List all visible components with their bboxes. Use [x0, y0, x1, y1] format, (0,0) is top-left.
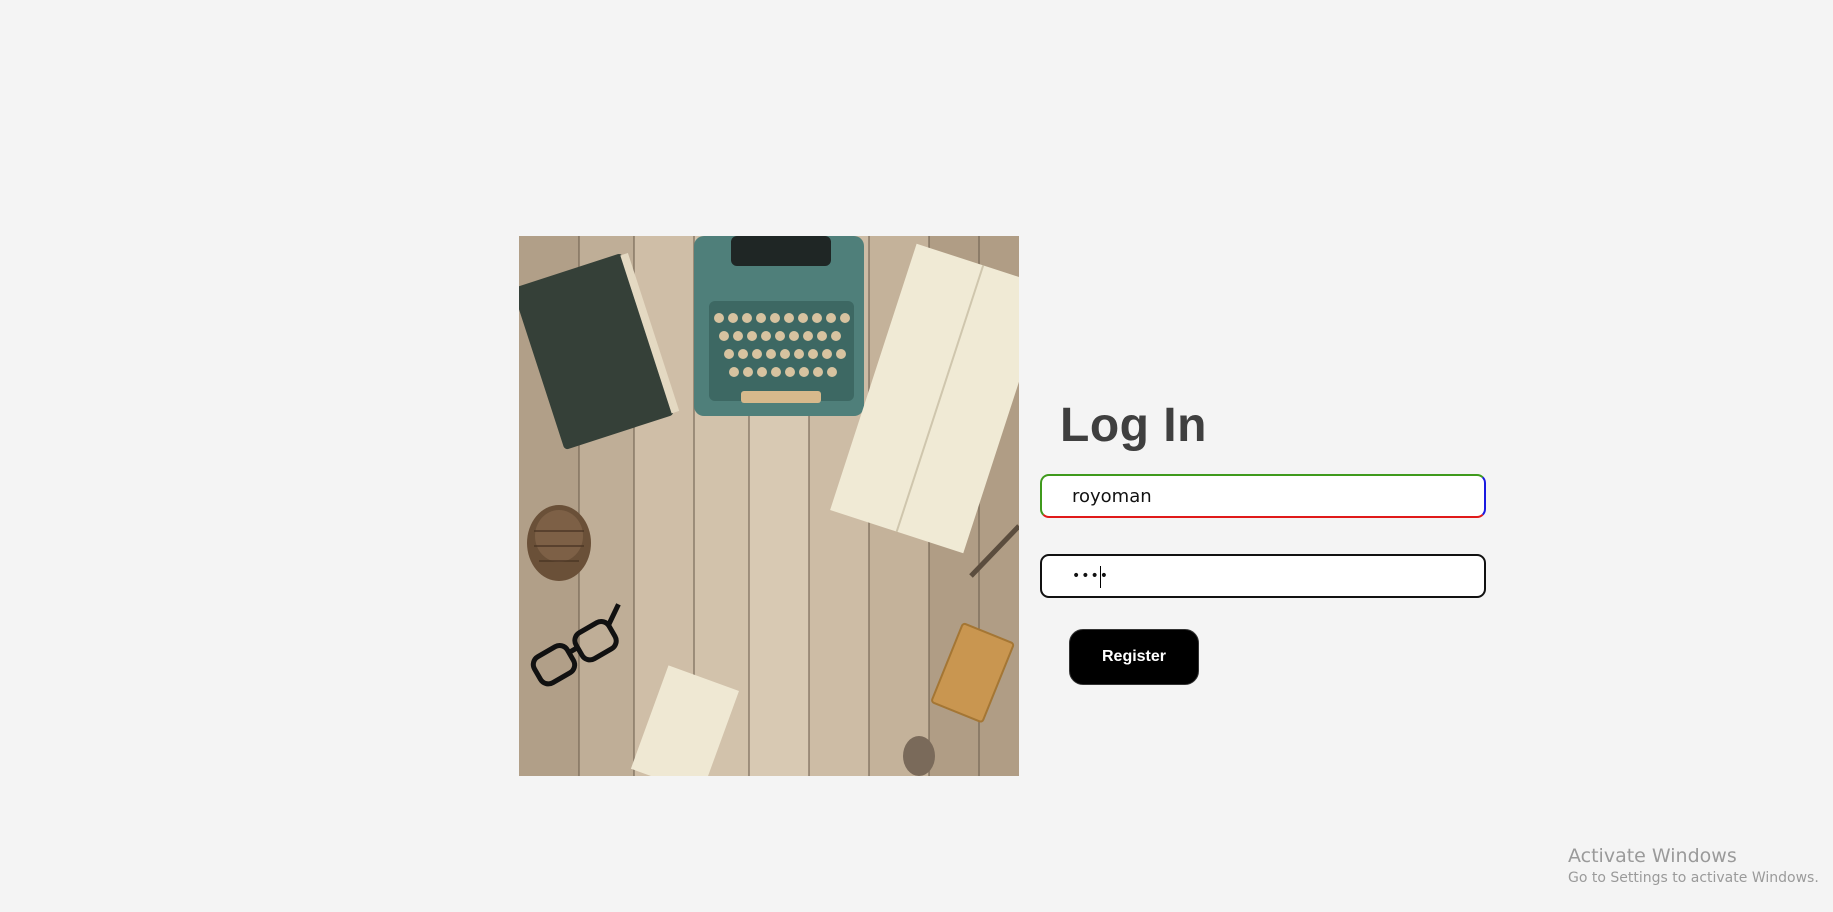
watermark-subtitle: Go to Settings to activate Windows. — [1568, 870, 1819, 886]
login-title: Log In — [1060, 399, 1207, 452]
activate-windows-watermark: Activate Windows Go to Settings to activ… — [1568, 844, 1819, 888]
password-field-wrapper — [1040, 554, 1486, 598]
username-field-wrapper — [1040, 474, 1486, 518]
text-caret — [1100, 566, 1101, 588]
username-input[interactable] — [1042, 476, 1484, 516]
watermark-title: Activate Windows — [1568, 845, 1737, 867]
desk-photo-image — [519, 236, 1019, 776]
password-input[interactable] — [1042, 556, 1484, 596]
register-button[interactable]: Register — [1069, 629, 1199, 685]
